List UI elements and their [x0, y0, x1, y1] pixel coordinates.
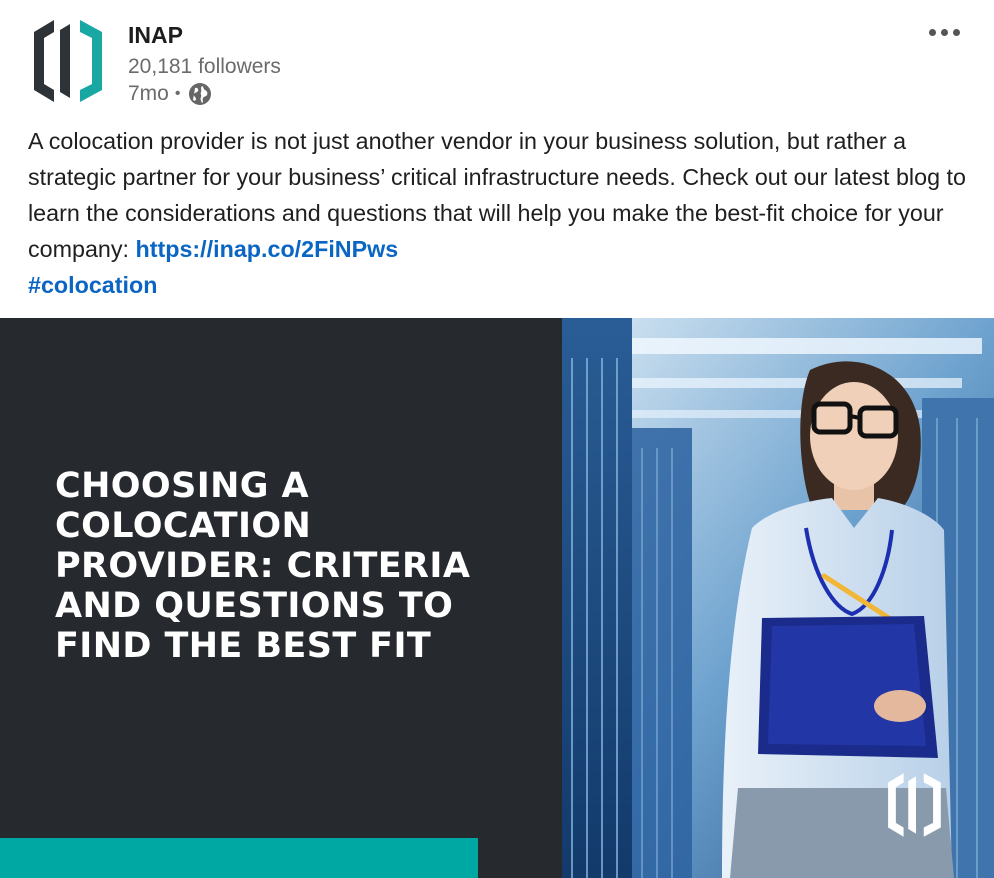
post-header: INAP 20,181 followers 7mo •	[0, 0, 994, 118]
more-options-button[interactable]	[922, 18, 966, 46]
post-age: 7mo	[128, 82, 169, 105]
post-text: A colocation provider is not just anothe…	[28, 123, 978, 303]
meta-separator: •	[174, 85, 181, 102]
company-name[interactable]: INAP	[128, 22, 183, 49]
more-options-icon	[928, 28, 936, 36]
inap-logo-icon	[34, 20, 102, 102]
inap-logo-icon	[885, 770, 947, 840]
post-meta: 7mo •	[128, 82, 212, 106]
accent-bar	[0, 838, 478, 878]
globe-icon	[188, 82, 212, 106]
post-link[interactable]: https://inap.co/2FiNPws	[135, 236, 398, 262]
company-logo[interactable]	[30, 16, 110, 106]
hashtag-link[interactable]: #colocation	[28, 272, 157, 298]
headline-panel: CHOOSING A COLOCATION PROVIDER: CRITERIA…	[0, 318, 562, 878]
image-headline: CHOOSING A COLOCATION PROVIDER: CRITERIA…	[55, 466, 471, 666]
post-image[interactable]: CHOOSING A COLOCATION PROVIDER: CRITERIA…	[0, 318, 994, 878]
feed-post: INAP 20,181 followers 7mo • A colocation…	[0, 0, 994, 878]
follower-count: 20,181 followers	[128, 55, 281, 78]
